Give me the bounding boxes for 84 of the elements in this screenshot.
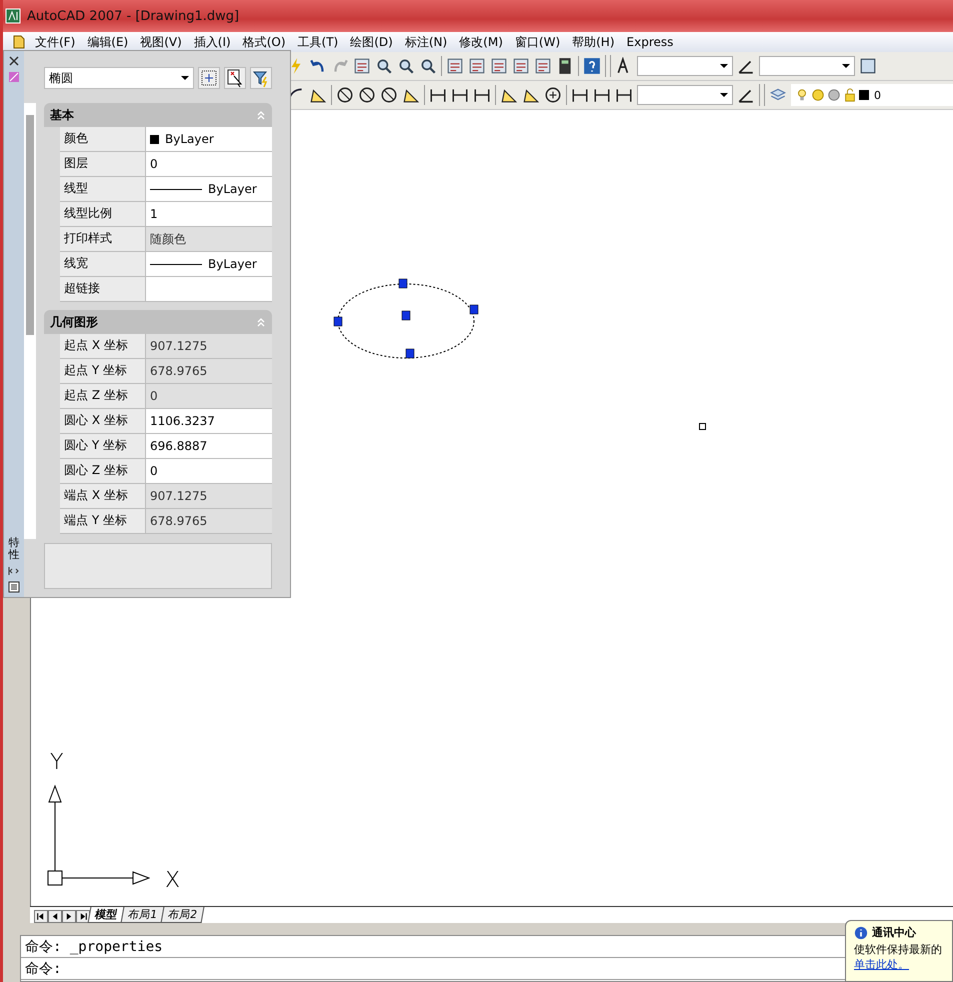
property-label: 超链接 [60, 277, 146, 301]
property-value[interactable]: 1 [146, 202, 272, 226]
notification-title: 通讯中心 [872, 925, 916, 940]
property-label: 线宽 [60, 252, 146, 276]
property-value[interactable]: 随颜色 [146, 227, 272, 251]
window-title: AutoCAD 2007 - [Drawing1.dwg] [27, 8, 240, 24]
auto-hide-icon[interactable] [8, 565, 20, 577]
property-label: 端点 Y 坐标 [60, 509, 146, 533]
menu-item[interactable]: 格式(O) [242, 34, 286, 50]
pickadd-icon[interactable] [198, 67, 220, 89]
property-value[interactable]: ByLayer [146, 127, 272, 151]
color-swatch [150, 134, 159, 144]
lightbulb-icon [795, 88, 809, 102]
close-icon[interactable] [8, 55, 20, 67]
property-label: 线型 [60, 177, 146, 201]
layout-tab[interactable]: 模型 [88, 907, 124, 923]
caret-icon [842, 64, 850, 68]
property-label: 端点 X 坐标 [60, 484, 146, 508]
menu-item[interactable]: 窗口(W) [514, 34, 560, 50]
property-label: 起点 Y 坐标 [60, 359, 146, 383]
property-value[interactable]: 0 [146, 152, 272, 176]
caret-icon [720, 64, 728, 68]
linetype-sample [150, 188, 202, 190]
axis-label: Y [50, 750, 64, 775]
property-value[interactable]: ByLayer [146, 177, 272, 201]
table-style-icon[interactable] [859, 57, 877, 75]
menu-icon[interactable] [8, 581, 20, 593]
help-icon[interactable] [583, 57, 601, 75]
property-value[interactable]: 0 [146, 459, 272, 483]
palette-title: 特性 [8, 536, 20, 561]
property-label: 线型比例 [60, 202, 146, 226]
section-header[interactable]: 几何图形 [44, 310, 272, 334]
section-title: 几何图形 [50, 314, 98, 330]
menu-item[interactable]: 文件(F) [35, 34, 76, 50]
notification-link[interactable]: 单击此处。 [854, 958, 909, 971]
property-label: 打印样式 [60, 227, 146, 251]
property-label: 颜色 [60, 127, 146, 151]
info-icon [854, 926, 868, 940]
menu-item[interactable]: 插入(I) [194, 34, 231, 50]
tool-icon[interactable] [544, 86, 562, 104]
property-value[interactable]: 0 [146, 384, 272, 408]
circle-icon[interactable] [336, 86, 354, 104]
property-value[interactable]: 1106.3237 [146, 409, 272, 433]
zoom-icon[interactable] [397, 57, 415, 75]
property-value[interactable]: 678.9765 [146, 359, 272, 383]
property-value[interactable]: 907.1275 [146, 484, 272, 508]
object-type-dropdown[interactable]: 椭圆 [44, 67, 194, 89]
quick-select-icon[interactable] [250, 67, 272, 89]
circle-icon[interactable] [358, 86, 376, 104]
property-label: 圆心 X 坐标 [60, 409, 146, 433]
property-label: 起点 Z 坐标 [60, 384, 146, 408]
menu-item[interactable]: 视图(V) [140, 34, 182, 50]
menu-item[interactable]: 工具(T) [298, 34, 338, 50]
menu-item[interactable]: 编辑(E) [87, 34, 128, 50]
zoom-icon[interactable] [419, 57, 437, 75]
property-value[interactable]: 678.9765 [146, 509, 272, 533]
menu-item[interactable]: Express [626, 35, 674, 49]
circle-icon[interactable] [380, 86, 398, 104]
property-label: 起点 X 坐标 [60, 334, 146, 358]
pickbox-cursor [699, 423, 706, 430]
property-label: 圆心 Z 坐标 [60, 459, 146, 483]
caret-icon [720, 93, 728, 97]
menu-item[interactable]: 绘图(D) [350, 34, 393, 50]
menu-item[interactable]: 帮助(H) [572, 34, 615, 50]
layout-tab[interactable]: 布局1 [120, 907, 164, 923]
layer-dropdown[interactable]: 0 [791, 84, 953, 106]
zoom-icon[interactable] [375, 57, 393, 75]
menu-item[interactable]: 标注(N) [404, 34, 448, 50]
property-value[interactable]: 907.1275 [146, 334, 272, 358]
app-icon [5, 8, 21, 24]
property-label: 圆心 Y 坐标 [60, 434, 146, 458]
scrollbar[interactable] [24, 103, 36, 539]
property-value[interactable]: ByLayer [146, 252, 272, 276]
menu-item[interactable]: 修改(M) [459, 34, 503, 50]
lock-icon [843, 88, 857, 102]
color-swatch [859, 90, 869, 100]
property-label: 图层 [60, 152, 146, 176]
axis-label: X [165, 868, 180, 893]
layout-tab[interactable]: 布局2 [160, 907, 204, 923]
property-value[interactable]: 696.8887 [146, 434, 272, 458]
section-header[interactable]: 基本 [44, 103, 272, 127]
properties-icon[interactable] [8, 71, 20, 83]
notification-text: 使软件保持最新的 [854, 942, 943, 957]
select-objects-icon[interactable] [224, 67, 246, 89]
